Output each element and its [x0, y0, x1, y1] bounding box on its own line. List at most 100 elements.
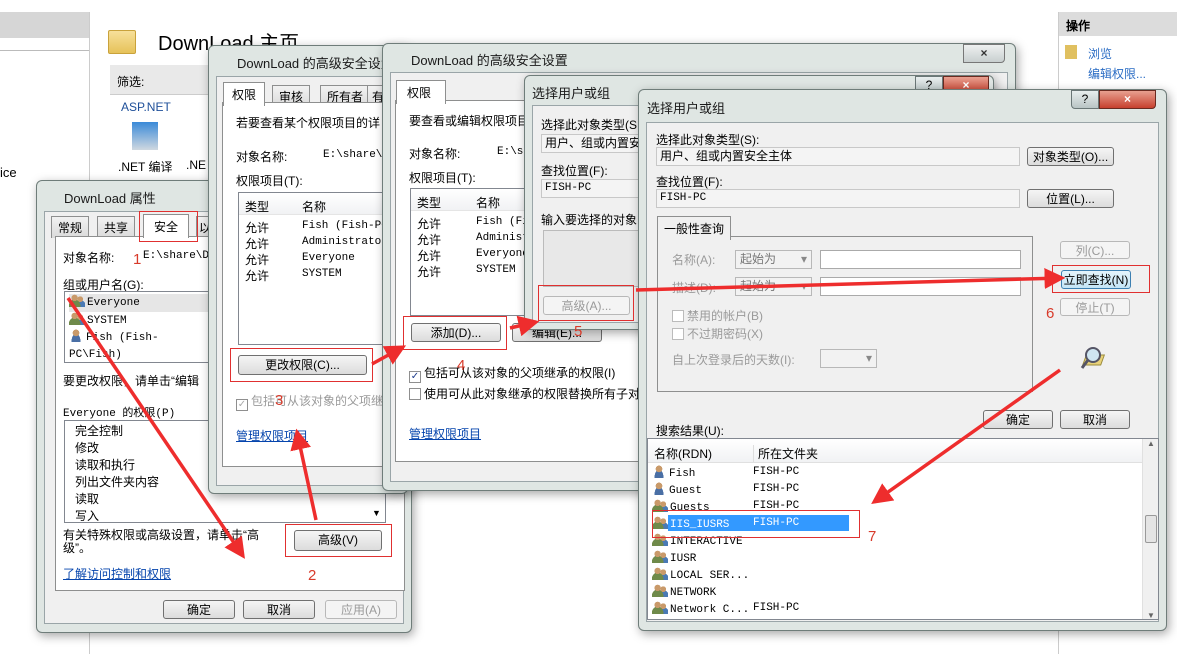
scroll-down-arrow[interactable]: ▼ — [372, 508, 381, 518]
net-compile-label[interactable]: .NET 编译 — [118, 158, 172, 175]
result-row[interactable]: Guest FISH-PC — [652, 482, 1132, 498]
result-row[interactable]: IUSR — [652, 550, 1132, 566]
column-header-folder[interactable]: 所在文件夹 — [753, 445, 818, 462]
action-edit-permissions[interactable]: 编辑权限... — [1088, 65, 1146, 82]
entry-type[interactable]: 允许 — [417, 263, 441, 280]
result-name: Fish — [669, 468, 696, 480]
tab-permissions[interactable]: 权限 — [396, 80, 446, 104]
entry-type[interactable]: 允许 — [245, 267, 269, 284]
dialog-title: 选择用户或组 — [647, 101, 726, 116]
manage-entries-link[interactable]: 管理权限项目 — [236, 427, 308, 444]
entry-name[interactable]: Administrator — [302, 236, 388, 248]
no-expire-label: 不过期密码(X) — [687, 327, 763, 341]
search-magnifier-icon — [1080, 345, 1110, 371]
stop-button[interactable]: 停止(T) — [1060, 298, 1130, 316]
action-browse[interactable]: 浏览 — [1088, 45, 1112, 62]
close-button[interactable]: × — [963, 44, 1005, 63]
result-row[interactable]: NETWORK — [652, 584, 1132, 600]
entry-name[interactable]: SYSTEM — [302, 268, 342, 280]
manage-entries-link[interactable]: 管理权限项目 — [409, 425, 481, 442]
entry-name[interactable]: Everyone — [476, 248, 529, 260]
group-icon — [652, 584, 668, 597]
inherit-checkbox[interactable]: ✓ 包括可从该对象的父项继 — [236, 392, 383, 411]
result-row[interactable]: Network C... FISH-PC — [652, 601, 1132, 617]
name-match-dropdown[interactable]: 起始为 — [735, 250, 812, 269]
object-name-label: 对象名称: — [409, 147, 461, 161]
dialog-title: 选择用户或组 — [532, 86, 611, 101]
column-header-name[interactable]: 名称 — [302, 198, 326, 215]
scrollbar-thumb[interactable] — [1145, 515, 1157, 543]
annotation-box-4 — [403, 316, 507, 350]
entry-type[interactable]: 允许 — [245, 219, 269, 236]
result-name: LOCAL SER... — [670, 570, 750, 582]
scrollbar[interactable]: ▲ ▼ — [1142, 439, 1158, 619]
ok-button[interactable]: 确定 — [163, 600, 235, 619]
enter-names-textarea[interactable] — [543, 230, 643, 287]
close-button[interactable]: × — [1099, 90, 1156, 109]
results-label: 搜索结果(U): — [656, 424, 724, 438]
no-expire-checkbox[interactable]: 不过期密码(X) — [672, 325, 763, 342]
tab-security[interactable]: 安全 — [143, 214, 190, 238]
dialog-title: DownLoad 的高级安全设置 — [237, 56, 394, 71]
list-item[interactable]: Everyone — [69, 294, 209, 312]
annotation-box-7 — [652, 510, 860, 538]
step-number-4: 4 — [457, 357, 466, 374]
description-match-dropdown[interactable]: 起始为 — [735, 277, 812, 296]
result-row[interactable]: LOCAL SER... — [652, 567, 1132, 583]
entry-type[interactable]: 允许 — [417, 215, 441, 232]
net-item-label[interactable]: .NE — [186, 158, 206, 172]
result-name: IUSR — [670, 553, 697, 565]
result-name: NETWORK — [670, 587, 717, 599]
group-icon — [652, 567, 668, 580]
entries-list[interactable]: 类型 名称允许 Fish (Fish-PC 允许 Administrator 允许 Ever… — [238, 192, 398, 345]
entry-type[interactable]: 允许 — [245, 235, 269, 252]
inherit-checkbox[interactable]: ✓ 包括可从该对象的父项继承的权限(I) — [409, 364, 615, 383]
tab-sharing[interactable]: 共享 — [97, 216, 136, 238]
entry-type[interactable]: 允许 — [417, 231, 441, 248]
list-item[interactable]: SYSTEM — [69, 311, 209, 330]
group-icon — [69, 294, 85, 307]
tab-permissions[interactable]: 权限 — [223, 82, 266, 106]
days-dropdown[interactable] — [820, 349, 877, 368]
user-list[interactable]: EveryoneSYSTEMFish (Fish-PC\Fish)Adminis… — [64, 291, 214, 363]
entry-name[interactable]: Everyone — [302, 252, 355, 264]
ok-button[interactable]: 确定 — [983, 410, 1053, 429]
apply-button[interactable]: 应用(A) — [325, 600, 397, 619]
permission-item: 写入 — [75, 509, 100, 523]
disabled-accounts-checkbox[interactable]: 禁用的帐户(B) — [672, 307, 763, 324]
result-name: Guest — [669, 485, 703, 497]
disabled-accounts-label: 禁用的帐户(B) — [687, 309, 763, 323]
locations-button[interactable]: 位置(L)... — [1027, 189, 1114, 208]
annotation-box-2 — [285, 524, 392, 557]
description-label: 描述(D): — [672, 281, 716, 295]
column-header-name[interactable]: 名称 — [476, 194, 500, 211]
column-header-type[interactable]: 类型 — [245, 198, 269, 215]
name-input[interactable] — [820, 250, 1021, 269]
group-icon — [69, 311, 85, 325]
list-item[interactable]: Fish (Fish-PC\Fish) — [69, 329, 209, 362]
cancel-button[interactable]: 取消 — [243, 600, 315, 619]
step-number-2: 2 — [308, 567, 317, 584]
step-number-5: 5 — [574, 323, 583, 340]
column-header-name[interactable]: 名称(RDN) — [654, 445, 712, 462]
column-header-type[interactable]: 类型 — [417, 194, 441, 211]
group-icon — [652, 550, 668, 563]
learn-access-control-link[interactable]: 了解访问控制和权限 — [63, 565, 171, 582]
description-input[interactable] — [820, 277, 1021, 296]
entry-type[interactable]: 允许 — [417, 247, 441, 264]
filter-label: 筛选: — [117, 75, 145, 89]
entry-type[interactable]: 允许 — [245, 251, 269, 268]
entry-name[interactable]: Fish (Fish-PC — [302, 220, 388, 232]
entry-name[interactable]: SYSTEM — [476, 264, 516, 276]
entry-name[interactable]: Administ — [476, 232, 529, 244]
tab-general[interactable]: 常规 — [51, 216, 90, 238]
result-row[interactable]: Fish FISH-PC — [652, 465, 1132, 481]
tab-common-queries[interactable]: 一般性查询 — [657, 216, 732, 240]
cancel-button[interactable]: 取消 — [1060, 410, 1130, 429]
replace-checkbox[interactable]: 使用可从此对象继承的权限替换所有子对 — [409, 385, 640, 402]
annotation-box-3 — [230, 348, 373, 382]
object-types-button[interactable]: 对象类型(O)... — [1027, 147, 1114, 166]
help-button[interactable]: ? — [1071, 90, 1099, 109]
entry-name[interactable]: Fish (Fi — [476, 216, 529, 228]
columns-button[interactable]: 列(C)... — [1060, 241, 1130, 259]
